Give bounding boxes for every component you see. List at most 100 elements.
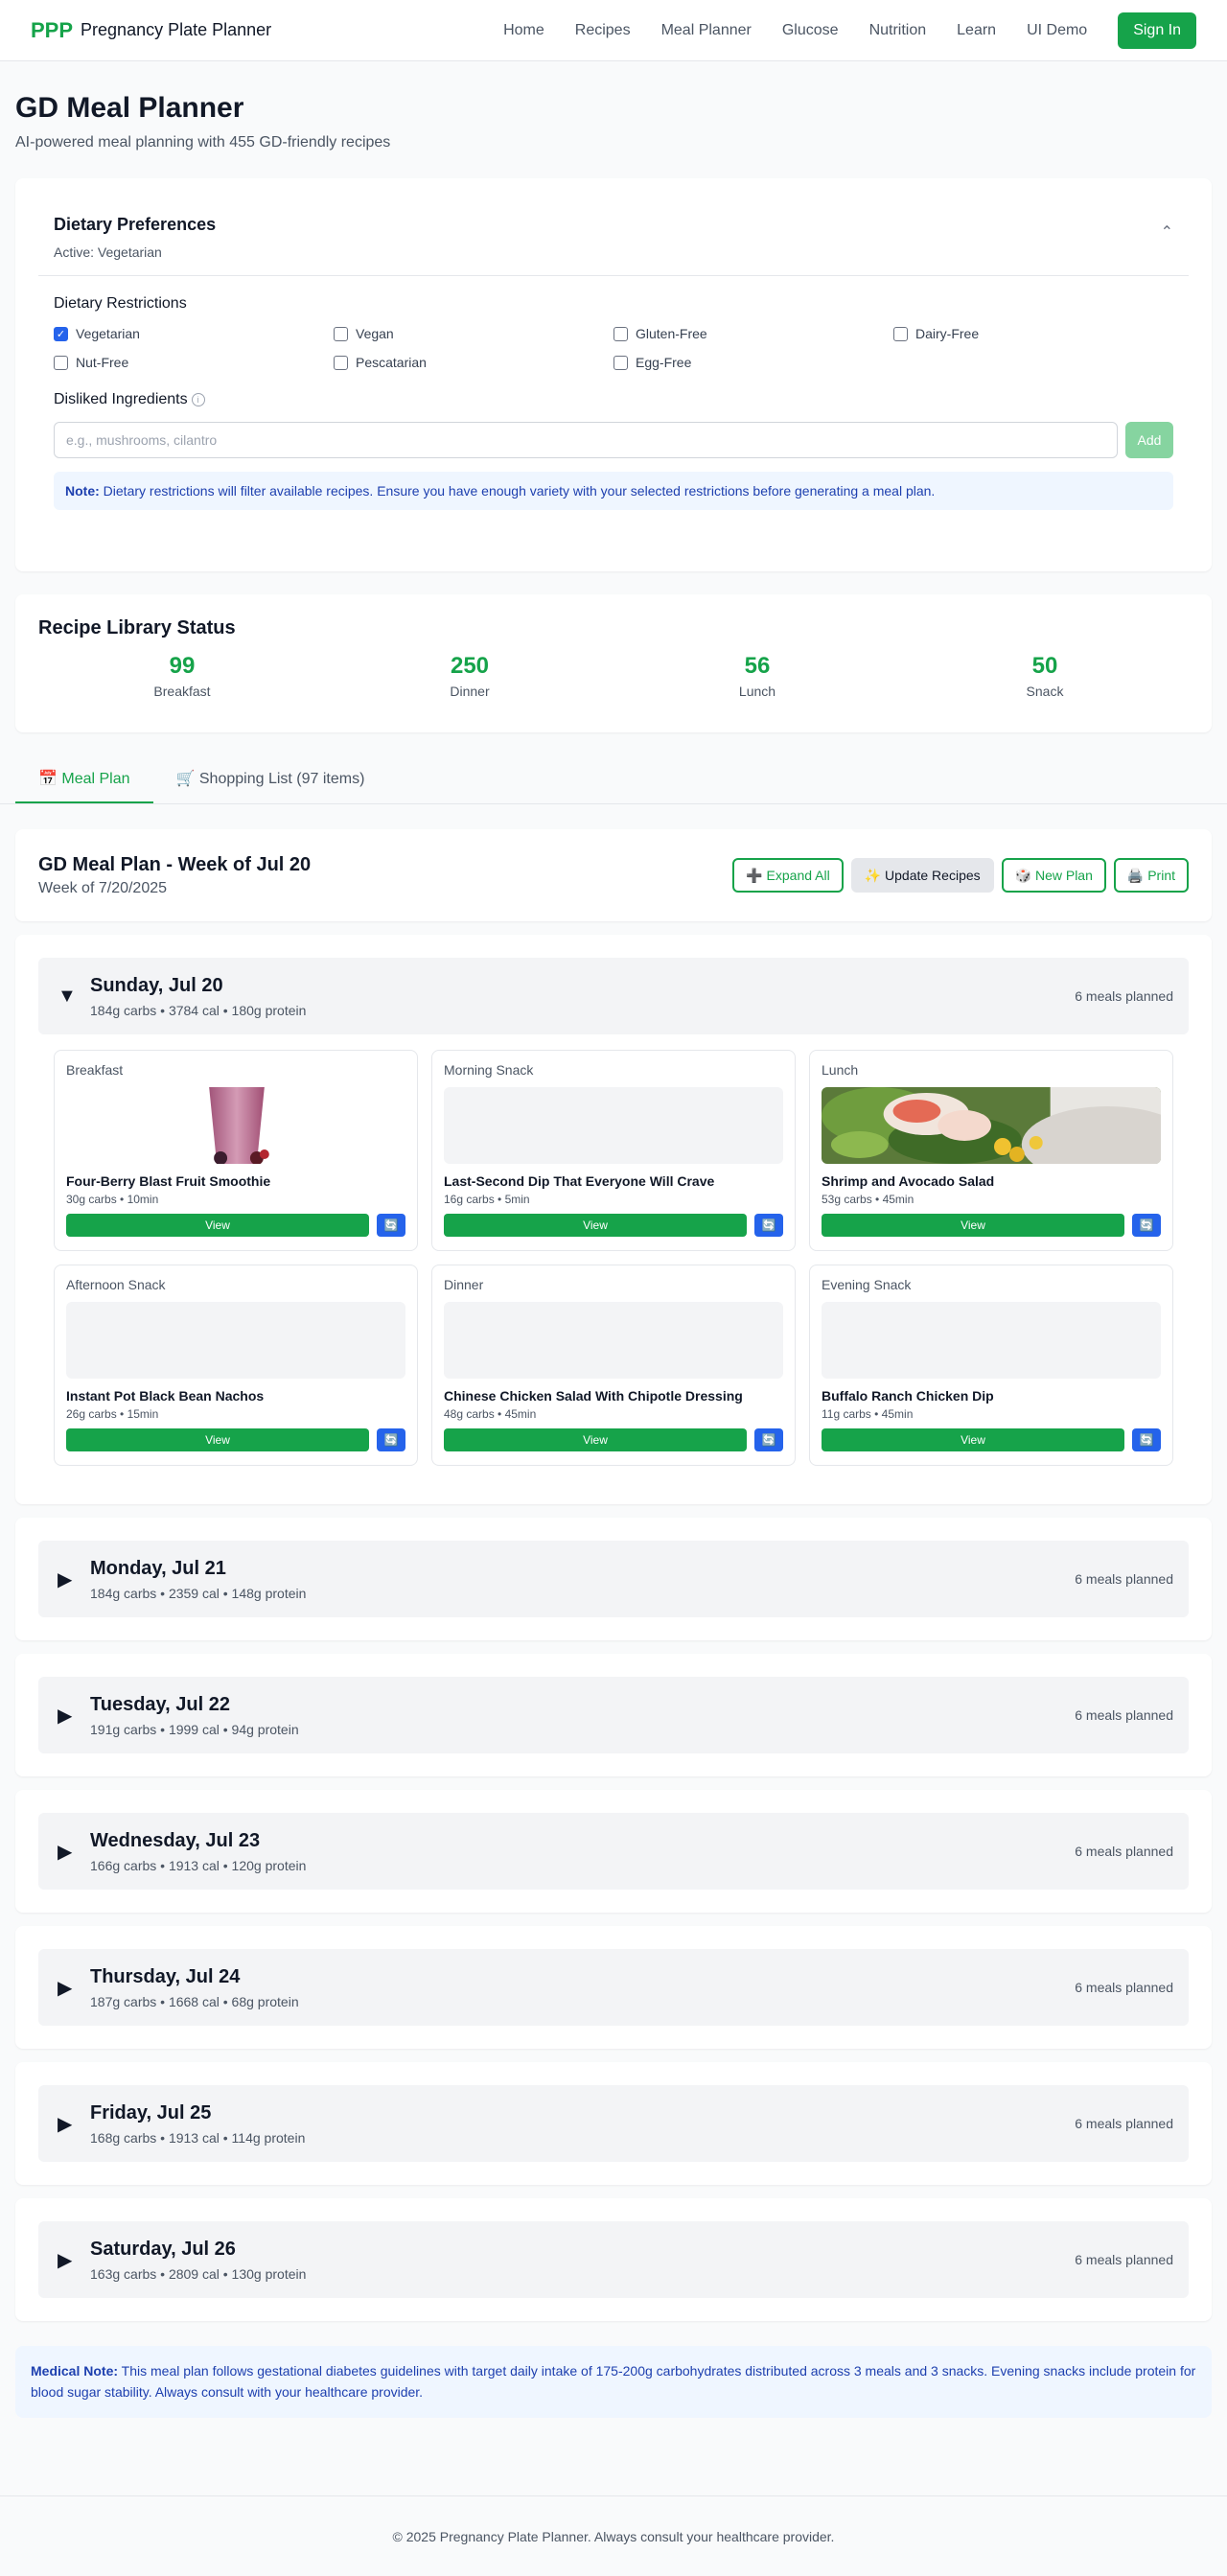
meal-name: Last-Second Dip That Everyone Will Crave: [444, 1173, 715, 1189]
day-header-saturday[interactable]: ▶ Saturday, Jul 26 163g carbs • 2809 cal •…: [38, 2221, 1189, 2298]
swap-recipe-button[interactable]: 🔄: [377, 1214, 405, 1237]
day-header-monday[interactable]: ▶ Monday, Jul 21 184g carbs • 2359 cal • 1…: [38, 1541, 1189, 1617]
checkbox-pescatarian-box[interactable]: [334, 355, 348, 370]
stat-lunch: 56 Lunch: [614, 653, 901, 699]
update-recipes-button[interactable]: ✨ Update Recipes: [850, 858, 994, 893]
tab-shopping-list[interactable]: 🛒 Shopping List (97 items): [153, 755, 388, 803]
swap-recipe-button[interactable]: 🔄: [1132, 1214, 1161, 1237]
view-recipe-button[interactable]: View: [822, 1214, 1124, 1237]
checkbox-gluten-free[interactable]: Gluten-Free: [614, 326, 893, 341]
stat-label: Lunch: [738, 684, 776, 699]
view-recipe-button[interactable]: View: [444, 1428, 747, 1451]
checkbox-vegetarian[interactable]: ✓ Vegetarian: [54, 326, 334, 341]
checkbox-nut-free-box[interactable]: [54, 355, 68, 370]
checkbox-label: Pescatarian: [356, 355, 427, 370]
sign-in-button[interactable]: Sign In: [1118, 12, 1196, 49]
checkbox-label: Dairy-Free: [915, 326, 980, 341]
recipe-library-stats: 99 Breakfast 250 Dinner 56 Lunch 50 Snack: [38, 653, 1189, 699]
nav-link-meal-planner[interactable]: Meal Planner: [661, 22, 752, 39]
restrictions-checkbox-group: ✓ Vegetarian Vegan Gluten-Free Dairy-Free…: [54, 326, 1173, 370]
checkbox-egg-free[interactable]: Egg-Free: [614, 355, 893, 370]
meal-meta: 26g carbs • 15min: [66, 1407, 159, 1421]
swap-recipe-button[interactable]: 🔄: [754, 1428, 783, 1451]
top-nav: PPP Pregnancy Plate Planner Home Recipes…: [0, 0, 1227, 61]
tab-meal-plan[interactable]: 📅 Meal Plan: [15, 755, 153, 803]
stat-value: 56: [744, 653, 771, 679]
triangle-right-icon[interactable]: ▶: [58, 1840, 75, 1864]
swap-recipe-button[interactable]: 🔄: [377, 1428, 405, 1451]
info-icon[interactable]: i: [191, 392, 205, 406]
footer-text: © 2025 Pregnancy Plate Planner. Always c…: [392, 2528, 835, 2544]
triangle-down-icon[interactable]: ▼: [58, 986, 77, 1008]
meal-card-afternoon-snack: Afternoon Snack Instant Pot Black Bean N…: [54, 1265, 418, 1466]
nav-link-learn[interactable]: Learn: [957, 22, 996, 39]
meal-type: Morning Snack: [444, 1062, 534, 1078]
restrictions-note: Note: Dietary restrictions will filter a…: [54, 472, 1173, 510]
day-name: Friday, Jul 25: [90, 2101, 212, 2123]
day-header-sunday[interactable]: ▼ Sunday, Jul 20 184g carbs • 3784 cal •…: [38, 958, 1189, 1034]
expand-all-button[interactable]: ➕ Expand All: [732, 858, 844, 893]
view-recipe-button[interactable]: View: [444, 1214, 747, 1237]
note-label: Note:: [65, 483, 100, 499]
triangle-right-icon[interactable]: ▶: [58, 1704, 75, 1728]
nav-links: Home Recipes Meal Planner Glucose Nutrit…: [503, 12, 1196, 49]
day-card-sunday: ▼ Sunday, Jul 20 184g carbs • 3784 cal •…: [15, 935, 1212, 1504]
meal-plan-week: Week of 7/20/2025: [38, 879, 168, 896]
salad-image: [822, 1087, 1161, 1164]
new-plan-button[interactable]: 🎲 New Plan: [1001, 858, 1106, 893]
meal-type: Lunch: [822, 1062, 859, 1078]
day-name: Tuesday, Jul 22: [90, 1693, 230, 1715]
day-name: Thursday, Jul 24: [90, 1965, 241, 1987]
triangle-right-icon[interactable]: ▶: [58, 2112, 75, 2136]
triangle-right-icon[interactable]: ▶: [58, 1567, 75, 1591]
view-recipe-button[interactable]: View: [66, 1214, 369, 1237]
add-ingredient-button[interactable]: Add: [1125, 422, 1173, 458]
meal-name: Shrimp and Avocado Salad: [822, 1173, 995, 1189]
meal-type: Dinner: [444, 1277, 484, 1292]
nav-link-home[interactable]: Home: [503, 22, 544, 39]
nav-link-nutrition[interactable]: Nutrition: [869, 22, 927, 39]
dietary-preferences-header[interactable]: Dietary Preferences Active: Vegetarian ⌃: [38, 201, 1189, 276]
nav-link-glucose[interactable]: Glucose: [782, 22, 839, 39]
view-recipe-button[interactable]: View: [66, 1428, 369, 1451]
checkbox-dairy-free-box[interactable]: [893, 326, 908, 341]
checkbox-vegetarian-box[interactable]: ✓: [54, 326, 68, 341]
day-header-tuesday[interactable]: ▶ Tuesday, Jul 22 191g carbs • 1999 cal • …: [38, 1677, 1189, 1753]
dietary-preferences-panel: Dietary Preferences Active: Vegetarian ⌃…: [15, 178, 1212, 571]
brand-name[interactable]: Pregnancy Plate Planner: [81, 20, 271, 40]
meal-card-morning-snack: Morning Snack Last-Second Dip That Every…: [431, 1050, 796, 1251]
checkbox-vegan[interactable]: Vegan: [334, 326, 614, 341]
checkbox-vegan-box[interactable]: [334, 326, 348, 341]
day-header-wednesday[interactable]: ▶ Wednesday, Jul 23 166g carbs • 1913 cal …: [38, 1813, 1189, 1890]
stat-snack: 50 Snack: [901, 653, 1189, 699]
brand[interactable]: PPP Pregnancy Plate Planner: [31, 18, 271, 43]
day-meal-count: 6 meals planned: [1075, 1707, 1173, 1723]
chevron-up-icon[interactable]: ⌃: [1161, 222, 1173, 242]
day-stats: 166g carbs • 1913 cal • 120g protein: [90, 1857, 307, 1873]
dietary-preferences-title: Dietary Preferences: [54, 215, 217, 234]
checkbox-dairy-free[interactable]: Dairy-Free: [893, 326, 1173, 341]
view-recipe-button[interactable]: View: [822, 1428, 1124, 1451]
day-card-thursday: ▶ Thursday, Jul 24 187g carbs • 1668 cal •…: [15, 1926, 1212, 2049]
recipe-library-title: Recipe Library Status: [38, 617, 236, 638]
medical-note-label: Medical Note:: [31, 2363, 119, 2379]
checkbox-gluten-free-box[interactable]: [614, 326, 628, 341]
checkbox-nut-free[interactable]: Nut-Free: [54, 355, 334, 370]
stat-value: 250: [450, 653, 490, 679]
brand-logo[interactable]: PPP: [31, 18, 73, 43]
checkbox-pescatarian[interactable]: Pescatarian: [334, 355, 614, 370]
meal-name: Buffalo Ranch Chicken Dip: [822, 1388, 994, 1404]
nav-link-ui-demo[interactable]: UI Demo: [1027, 22, 1087, 39]
triangle-right-icon[interactable]: ▶: [58, 1976, 75, 2000]
nav-link-recipes[interactable]: Recipes: [575, 22, 631, 39]
checkbox-egg-free-box[interactable]: [614, 355, 628, 370]
swap-recipe-button[interactable]: 🔄: [754, 1214, 783, 1237]
swap-recipe-button[interactable]: 🔄: [1132, 1428, 1161, 1451]
day-header-thursday[interactable]: ▶ Thursday, Jul 24 187g carbs • 1668 cal •…: [38, 1949, 1189, 2026]
meal-card-evening-snack: Evening Snack Buffalo Ranch Chicken Dip …: [809, 1265, 1173, 1466]
print-button[interactable]: 🖨️ Print: [1113, 858, 1189, 893]
meal-actions: View 🔄: [444, 1428, 783, 1451]
day-header-friday[interactable]: ▶ Friday, Jul 25 168g carbs • 1913 cal • 1…: [38, 2085, 1189, 2162]
disliked-ingredients-input[interactable]: [54, 422, 1118, 458]
triangle-right-icon[interactable]: ▶: [58, 2248, 75, 2272]
